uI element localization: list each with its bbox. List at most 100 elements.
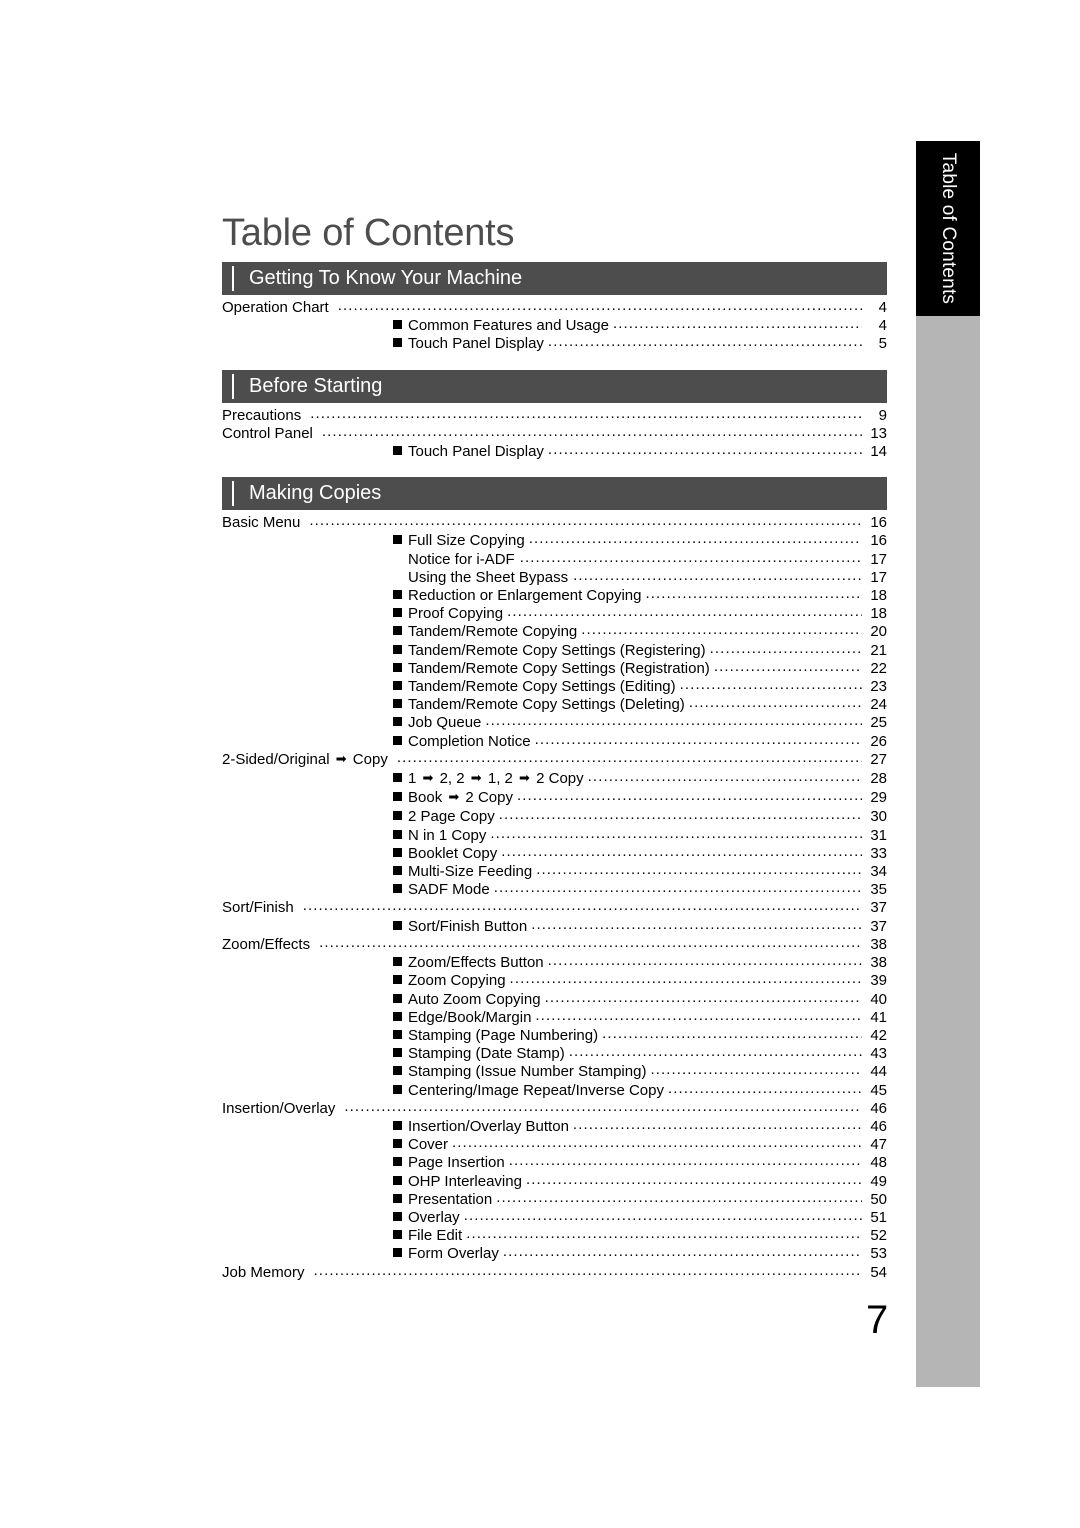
leader-dots [309,512,862,530]
toc-entry-page: 20 [870,623,887,641]
square-bullet-icon [393,644,402,654]
toc-entry-label: Touch Panel Display [408,335,544,353]
leader-dots [397,749,862,767]
toc-entry-label: Tandem/Remote Copy Settings (Registering… [408,641,706,659]
toc-entry-label: 2 Page Copy [408,808,495,826]
table-of-contents: Getting To Know Your Machine Operation Ch… [222,262,887,1282]
leader-dots [689,694,862,712]
toc-entry-page: 26 [870,732,887,750]
square-bullet-icon [393,699,402,709]
toc-entry-label: Overlay [408,1208,460,1226]
toc-entry-page: 40 [870,990,887,1008]
toc-entry-label: N in 1 Copy [408,826,487,844]
square-bullet-icon [393,792,402,802]
toc-entry-page: 17 [870,550,887,568]
toc-entry-label: Stamping (Issue Number Stamping) [408,1063,647,1081]
toc-entry-label: Basic Menu [222,514,301,532]
leader-dots [310,405,862,423]
toc-entry-page: 42 [870,1026,887,1044]
leader-dots [314,1262,862,1280]
square-bullet-icon [393,920,402,930]
leader-dots [526,1171,862,1189]
square-bullet-icon [393,1157,402,1167]
toc-entry-page: 35 [870,881,887,899]
leader-dots [573,567,862,585]
toc-entry[interactable]: Touch Panel Display 5 [222,335,887,353]
leader-dots [668,1080,862,1098]
toc-entry-label: Sort/Finish [222,899,294,917]
section-header: Getting To Know Your Machine [222,262,887,295]
right-arrow-icon: ➡ [519,771,530,787]
toc-entry-label: Touch Panel Display [408,443,544,461]
leader-dots [531,916,862,934]
square-bullet-icon [393,847,402,857]
toc-entry-label: Operation Chart [222,299,329,316]
toc-entry-page: 30 [870,808,887,826]
toc-entry-label: Zoom Copying [408,972,506,990]
toc-entry-label: Proof Copying [408,605,504,623]
leader-dots [581,621,862,639]
section-title: Making Copies [249,482,382,505]
section-title: Getting To Know Your Machine [249,267,523,289]
toc-entry-page: 9 [878,406,887,424]
leader-dots [466,1225,862,1243]
square-bullet-icon [393,811,402,821]
toc-entry-label: Insertion/Overlay [222,1099,336,1117]
toc-entry-page: 31 [870,826,887,844]
toc-entry-page: 5 [878,335,887,353]
toc-entry-label: Zoom/Effects [222,935,311,953]
square-bullet-icon [393,1120,402,1130]
square-bullet-icon [393,717,402,727]
toc-entry-label: Tandem/Remote Copying [408,623,578,641]
toc-entry-page: 41 [870,1008,887,1026]
square-bullet-icon [393,681,402,691]
leader-dots [714,658,862,676]
leader-dots [710,640,862,658]
square-bullet-icon [393,993,402,1003]
leader-dots [529,530,862,548]
square-bullet-icon [393,1084,402,1094]
toc-entry-page: 38 [870,935,887,953]
leader-dots [485,712,862,730]
toc-entry-page: 16 [870,514,887,532]
toc-entry-label: Stamping (Date Stamp) [408,1045,565,1063]
toc-entry-page: 14 [870,443,887,461]
square-bullet-icon [393,1048,402,1058]
section-header: Before Starting [222,369,887,403]
page-title: Table of Contents [222,212,515,254]
square-bullet-icon [393,1230,402,1240]
leader-dots [509,1152,862,1170]
leader-dots [588,768,862,786]
section-accent-rule [232,266,234,291]
leader-dots [680,676,862,694]
square-bullet-icon [393,957,402,967]
section-accent-rule [232,481,234,507]
toc-entry-page: 39 [870,972,887,990]
leader-dots [503,1243,862,1261]
square-bullet-icon [393,1139,402,1149]
side-tab-strip [916,316,980,1387]
toc-entry-label: Job Memory [222,1263,305,1281]
toc-entry[interactable]: Touch Panel Display 14 [222,443,887,461]
toc-entry-label: Precautions [222,406,302,424]
toc-entry-page: 33 [870,844,887,862]
toc-entry-page: 23 [870,678,887,696]
leader-dots [548,333,862,351]
toc-entry-page: 38 [870,954,887,972]
square-bullet-icon [393,866,402,876]
right-arrow-icon: ➡ [448,790,460,806]
square-bullet-icon [393,975,402,985]
leader-dots [645,585,862,603]
leader-dots [344,1098,862,1116]
leader-dots [535,1007,862,1025]
section-title: Before Starting [249,374,383,397]
toc-entry-page: 46 [870,1117,887,1135]
square-bullet-icon [393,1193,402,1203]
toc-entry-page: 17 [870,568,887,586]
section-entry-list: Operation Chart4Common Features and Usag… [222,295,887,354]
toc-entry[interactable]: Job Memory 54 [222,1264,887,1282]
leader-dots [602,1025,862,1043]
toc-entry-page: 16 [870,532,887,550]
square-bullet-icon [393,662,402,672]
leader-dots [496,1189,862,1207]
